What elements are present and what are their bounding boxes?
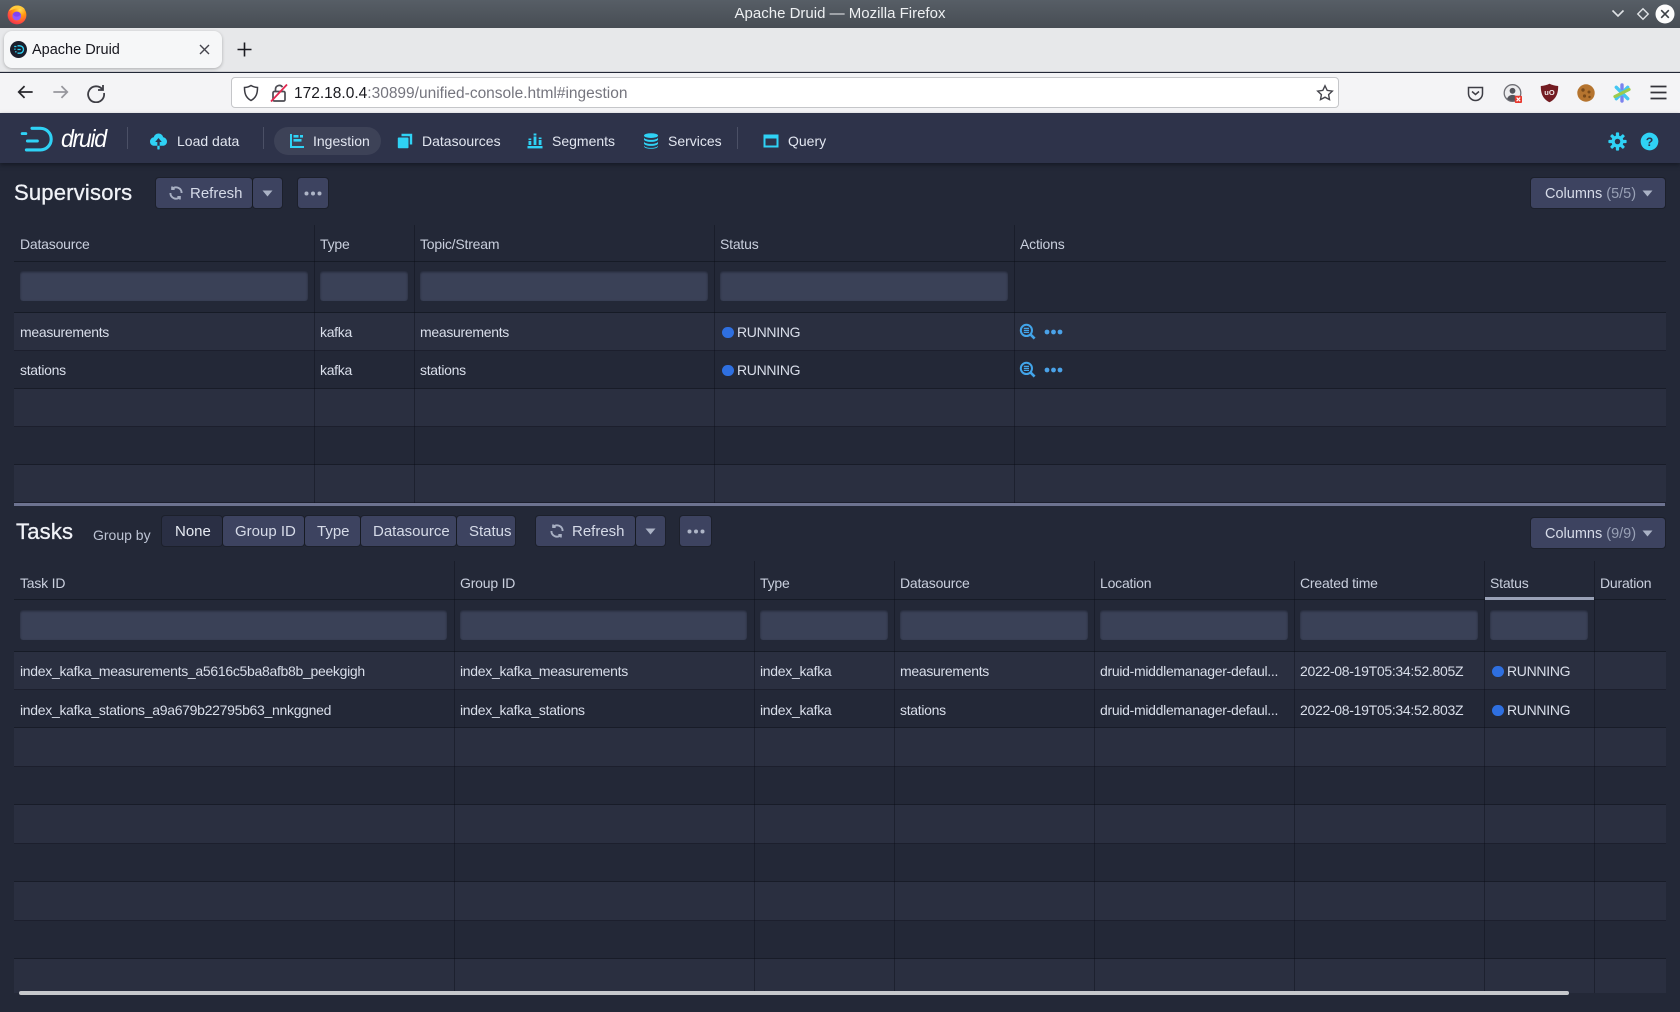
svg-text:uO: uO bbox=[1544, 88, 1555, 97]
svg-text:?: ? bbox=[1646, 135, 1654, 149]
